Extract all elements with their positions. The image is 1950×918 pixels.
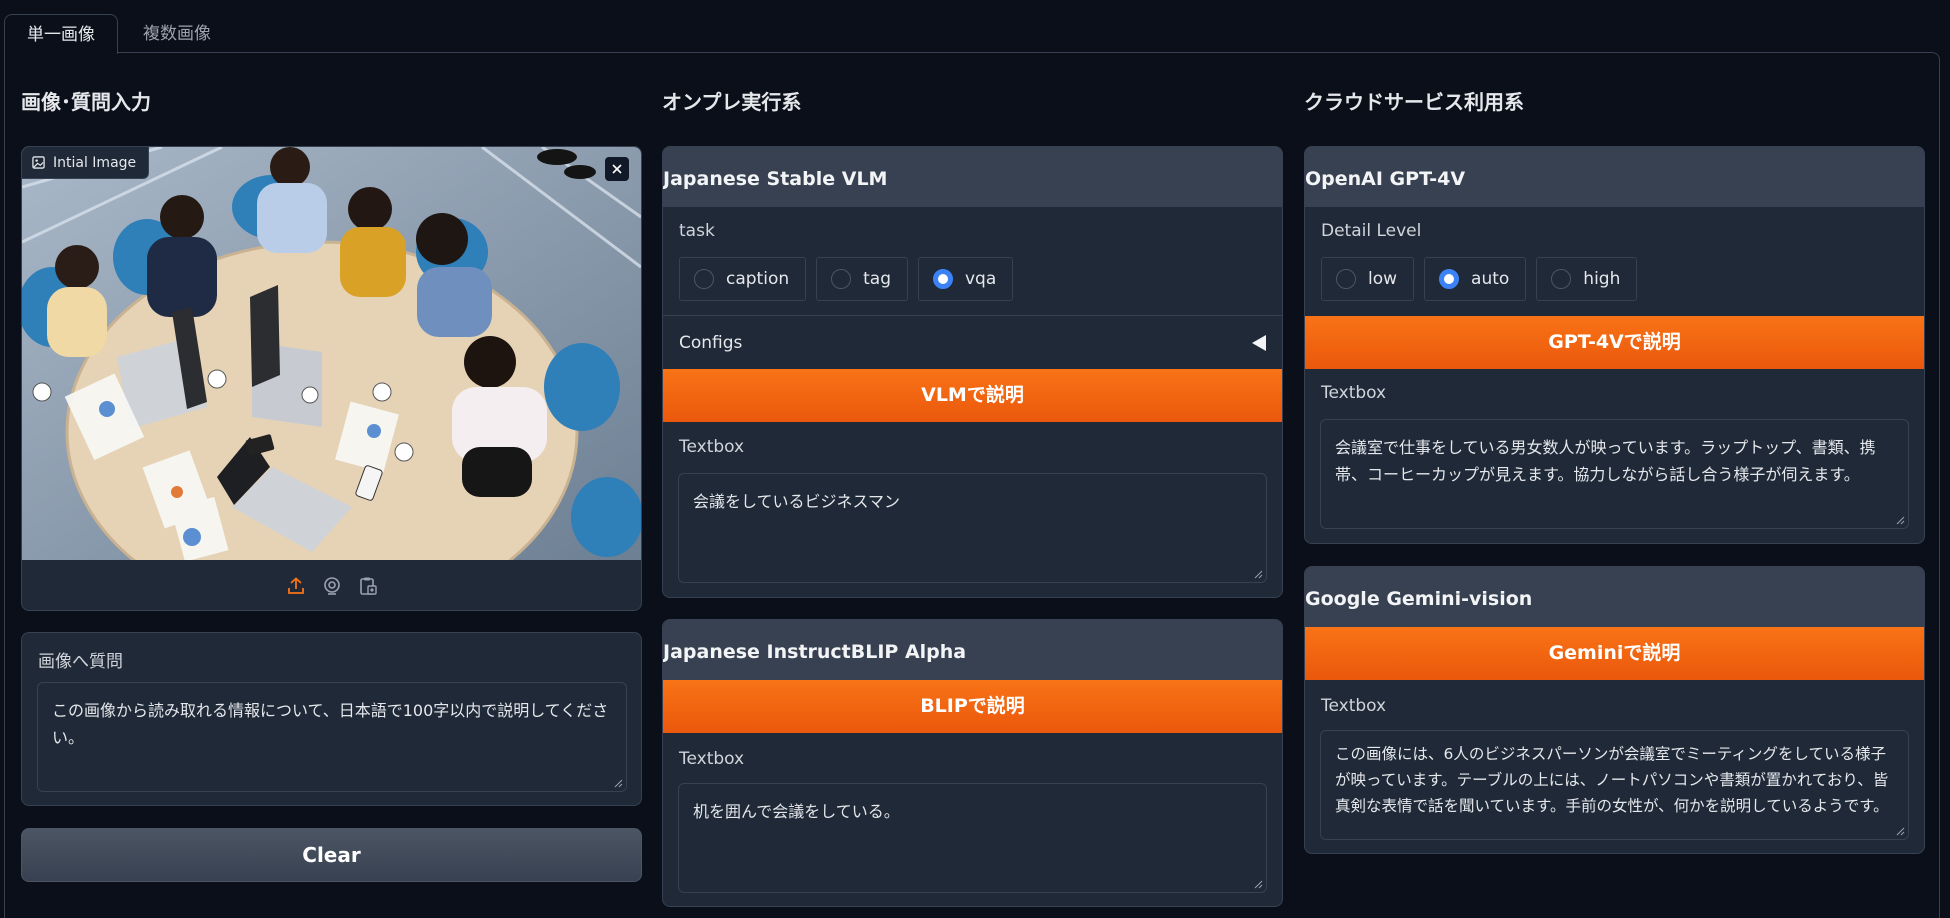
vlm-output-textarea[interactable]: 会議をしているビジネスマン [678, 473, 1267, 583]
detail-option-high[interactable]: high [1536, 257, 1638, 301]
task-option-label: vqa [965, 269, 997, 289]
blip-textbox-label: Textbox [679, 749, 745, 769]
task-option-vqa[interactable]: vqa [918, 257, 1014, 301]
gpt4v-textbox-label: Textbox [1321, 383, 1387, 403]
upload-icon [287, 577, 304, 594]
cloud-column-heading: クラウドサービス利用系 [1304, 90, 1524, 114]
image-label-text: Intial Image [53, 154, 137, 171]
resize-grip-icon[interactable] [1895, 826, 1905, 836]
task-radio-group: caption tag vqa [679, 257, 1014, 301]
tab-bar: 単一画像 複数画像 [4, 14, 1940, 54]
paste-clipboard-button[interactable] [357, 575, 379, 597]
blip-describe-button[interactable]: BLIPで説明 [663, 680, 1282, 733]
webcam-button[interactable] [321, 575, 343, 597]
resize-grip-icon[interactable] [1895, 515, 1905, 525]
gemini-panel: Google Gemini-vision Geminiで説明 Textbox こ… [1304, 566, 1925, 854]
input-column-heading: 画像･質問入力 [21, 90, 151, 114]
gemini-output-textarea[interactable]: この画像には、6人のビジネスパーソンが会議室でミーティングをしている様子が映って… [1320, 730, 1909, 840]
detail-option-label: high [1583, 269, 1621, 289]
meeting-photo [22, 147, 641, 560]
stable-vlm-panel: Japanese Stable VLM task caption tag vqa… [662, 146, 1283, 598]
close-icon [612, 164, 622, 174]
gpt4v-describe-button[interactable]: GPT-4Vで説明 [1305, 316, 1924, 369]
tab-single-image[interactable]: 単一画像 [4, 14, 118, 54]
blip-output-text: 机を囲んで会議をしている。 [693, 802, 900, 821]
gemini-title: Google Gemini-vision [1305, 567, 1924, 627]
task-option-caption[interactable]: caption [679, 257, 807, 301]
detail-level-radio-group: low auto high [1321, 257, 1638, 301]
detail-option-label: auto [1471, 269, 1510, 289]
webcam-icon [323, 577, 340, 595]
question-textarea[interactable]: この画像から読み取れる情報について、日本語で100字以内で説明してください。 [37, 682, 627, 792]
radio-button[interactable] [1336, 269, 1356, 289]
question-text: この画像から読み取れる情報について、日本語で100字以内で説明してください。 [52, 701, 609, 747]
configs-accordion[interactable]: Configs [663, 315, 1282, 369]
radio-button[interactable] [831, 269, 852, 289]
task-option-label: caption [726, 269, 790, 289]
gemini-describe-button[interactable]: Geminiで説明 [1305, 627, 1924, 680]
vlm-describe-button[interactable]: VLMで説明 [663, 369, 1282, 422]
task-label: task [679, 221, 715, 241]
radio-button[interactable] [694, 269, 714, 289]
resize-grip-icon[interactable] [1253, 879, 1263, 889]
gpt4v-output-text: 会議室で仕事をしている男女数人が映っています。ラップトップ、書類、携帯、コーヒー… [1335, 438, 1876, 484]
instructblip-title: Japanese InstructBLIP Alpha [663, 620, 1282, 680]
gemini-textbox-label: Textbox [1321, 696, 1387, 716]
upload-button[interactable] [285, 575, 307, 597]
image-clear-button[interactable] [605, 157, 629, 181]
vlm-textbox-label: Textbox [679, 437, 745, 457]
blip-output-textarea[interactable]: 机を囲んで会議をしている。 [678, 783, 1267, 893]
image-icon [32, 156, 45, 169]
radio-button[interactable] [933, 269, 953, 289]
vlm-output-text: 会議をしているビジネスマン [693, 492, 901, 511]
detail-option-low[interactable]: low [1321, 257, 1415, 301]
radio-button[interactable] [1551, 269, 1572, 289]
task-option-tag[interactable]: tag [816, 257, 908, 301]
resize-grip-icon[interactable] [613, 778, 623, 788]
configs-label: Configs [679, 332, 743, 353]
detail-option-auto[interactable]: auto [1424, 257, 1527, 301]
image-upload-panel: Intial Image [21, 146, 642, 611]
clear-button[interactable]: Clear [21, 828, 642, 882]
instructblip-panel: Japanese InstructBLIP Alpha BLIPで説明 Text… [662, 619, 1283, 907]
stable-vlm-title: Japanese Stable VLM [663, 147, 1282, 207]
image-source-toolbar [22, 560, 641, 610]
collapse-triangle-icon [1252, 334, 1266, 351]
gpt4v-title: OpenAI GPT-4V [1305, 147, 1924, 207]
task-option-label: tag [863, 269, 891, 289]
tab-multiple-images[interactable]: 複数画像 [121, 14, 233, 54]
onprem-column-heading: オンプレ実行系 [662, 90, 802, 114]
resize-grip-icon[interactable] [1253, 569, 1263, 579]
clipboard-icon [359, 577, 377, 595]
detail-level-label: Detail Level [1321, 221, 1422, 241]
image-label-tag: Intial Image [22, 147, 150, 179]
radio-button[interactable] [1439, 269, 1460, 289]
gpt4v-panel: OpenAI GPT-4V Detail Level low auto high… [1304, 146, 1925, 544]
gemini-output-text: この画像には、6人のビジネスパーソンが会議室でミーティングをしている様子が映って… [1335, 745, 1889, 815]
question-label: 画像へ質問 [38, 652, 123, 672]
question-panel: 画像へ質問 この画像から読み取れる情報について、日本語で100字以内で説明してく… [21, 632, 642, 806]
detail-option-label: low [1368, 269, 1398, 289]
gpt4v-output-textarea[interactable]: 会議室で仕事をしている男女数人が映っています。ラップトップ、書類、携帯、コーヒー… [1320, 419, 1909, 529]
